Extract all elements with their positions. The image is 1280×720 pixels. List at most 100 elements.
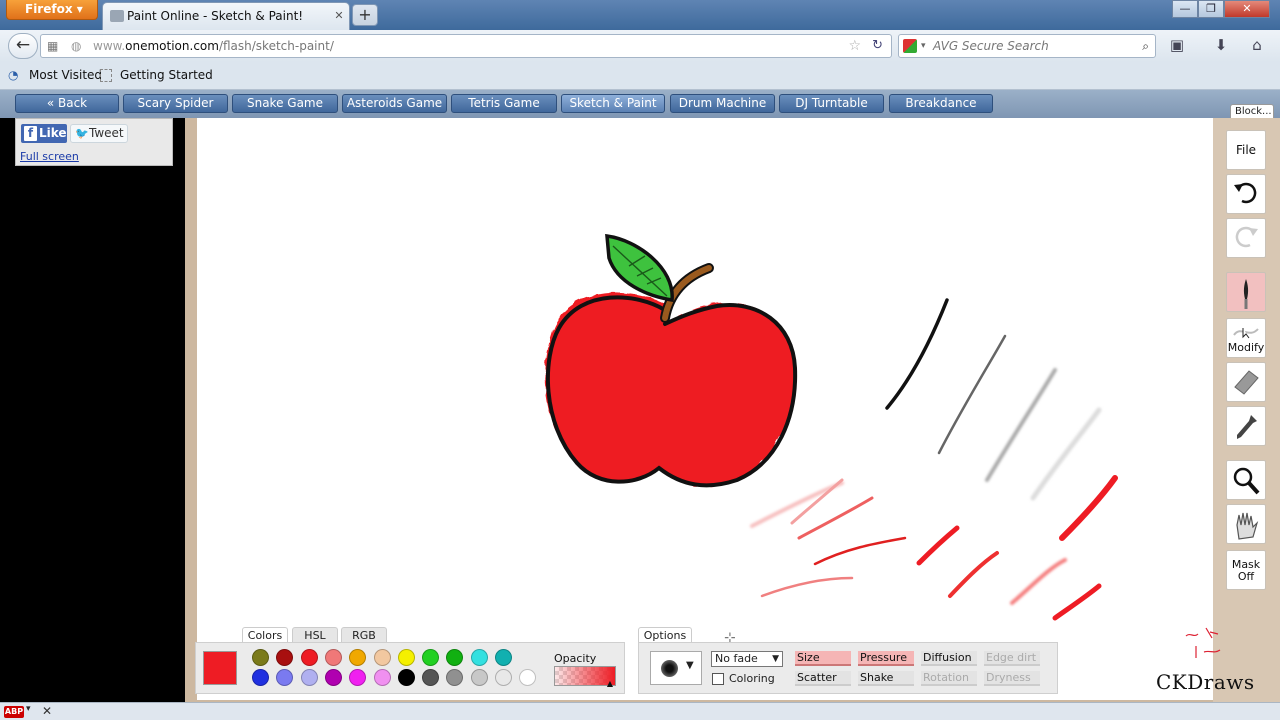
- color-swatch[interactable]: [252, 649, 269, 666]
- page-list-icon: ▦: [47, 39, 59, 53]
- adblock-icon[interactable]: ABP: [4, 706, 24, 718]
- menu-sketch-paint[interactable]: Sketch & Paint: [561, 94, 665, 113]
- undo-button[interactable]: [1226, 174, 1266, 214]
- reload-icon[interactable]: ↻: [872, 35, 883, 57]
- brush-tool-button[interactable]: [1226, 272, 1266, 312]
- menu-dj-turntable[interactable]: DJ Turntable: [779, 94, 884, 113]
- color-swatch[interactable]: [324, 669, 342, 686]
- search-icon[interactable]: ⌕: [1142, 35, 1149, 57]
- bookmark-star-icon[interactable]: ☆: [848, 35, 861, 57]
- color-swatch[interactable]: [300, 649, 318, 666]
- bookmark-getting-started[interactable]: Getting Started: [120, 68, 213, 82]
- back-button[interactable]: ←: [8, 33, 38, 59]
- search-bar[interactable]: ▾ AVG Secure Search ⌕: [898, 34, 1156, 58]
- brush-shape-selector[interactable]: ▼: [650, 651, 702, 685]
- fade-select[interactable]: No fade ▼: [711, 651, 783, 667]
- color-swatch[interactable]: [397, 669, 415, 686]
- opacity-slider[interactable]: ▲: [554, 666, 616, 688]
- status-close-icon[interactable]: ✕: [42, 704, 52, 718]
- fade-dropdown-arrow-icon: ▼: [772, 654, 779, 664]
- tab-hsl[interactable]: HSL: [292, 627, 338, 643]
- search-placeholder: AVG Secure Search: [933, 39, 1049, 53]
- option-size[interactable]: Size: [795, 651, 851, 666]
- bookmark-most-visited[interactable]: Most Visited: [29, 68, 102, 82]
- firefox-menu-button[interactable]: Firefox ▾: [6, 0, 98, 20]
- eraser-tool-button[interactable]: [1226, 362, 1266, 402]
- menu-snake-game[interactable]: Snake Game: [232, 94, 338, 113]
- eyedropper-icon: [1237, 415, 1257, 439]
- color-swatch[interactable]: [276, 669, 294, 686]
- color-swatch[interactable]: [422, 669, 440, 686]
- facebook-icon: f: [24, 126, 37, 141]
- adblock-dropdown-icon[interactable]: ▾: [26, 704, 31, 714]
- color-swatch[interactable]: [252, 669, 269, 686]
- option-scatter[interactable]: Scatter: [795, 671, 851, 686]
- maximize-button[interactable]: ❐: [1198, 0, 1224, 18]
- twitter-bird-icon: 🐦: [75, 127, 89, 140]
- option-edge-dirt[interactable]: Edge dirt: [984, 651, 1040, 666]
- zoom-tool-button[interactable]: [1226, 460, 1266, 500]
- current-color-swatch[interactable]: [203, 651, 237, 685]
- url-bar[interactable]: ▦ ◍ www.onemotion.com/flash/sketch-paint…: [40, 34, 892, 58]
- redo-button[interactable]: [1226, 218, 1266, 258]
- menu-drum-machine[interactable]: Drum Machine: [670, 94, 775, 113]
- color-swatch[interactable]: [446, 649, 464, 666]
- tab-rgb[interactable]: RGB: [341, 627, 387, 643]
- menu-asteroids-game[interactable]: Asteroids Game: [342, 94, 447, 113]
- menu-breakdance[interactable]: Breakdance: [889, 94, 993, 113]
- apple-leaf: [605, 233, 674, 303]
- option-pressure[interactable]: Pressure: [858, 651, 914, 666]
- color-swatch[interactable]: [470, 649, 488, 666]
- dropdown-arrow-icon: ▼: [686, 660, 694, 671]
- tab-options[interactable]: Options: [638, 627, 692, 643]
- opacity-slider-handle-icon[interactable]: ▲: [607, 679, 613, 688]
- window-close-button[interactable]: ✕: [1224, 0, 1270, 18]
- menu-scary-spider[interactable]: Scary Spider: [123, 94, 228, 113]
- downloads-icon[interactable]: ⬇: [1210, 34, 1232, 56]
- bookmarks-menu-icon[interactable]: ▣: [1166, 34, 1188, 56]
- hand-tool-button[interactable]: [1226, 504, 1266, 544]
- minimize-button[interactable]: —: [1172, 0, 1198, 18]
- color-swatch[interactable]: [349, 669, 367, 686]
- option-shake[interactable]: Shake: [858, 671, 914, 686]
- color-swatch[interactable]: [276, 649, 294, 666]
- color-swatch[interactable]: [470, 669, 488, 686]
- option-dryness[interactable]: Dryness: [984, 671, 1040, 686]
- tweet-button[interactable]: 🐦 Tweet: [70, 124, 128, 143]
- tab-close-icon[interactable]: ✕: [331, 3, 347, 29]
- color-swatch[interactable]: [495, 649, 512, 666]
- color-swatch[interactable]: [397, 649, 415, 666]
- search-engine-dropdown-icon[interactable]: ▾: [921, 35, 926, 57]
- option-diffusion[interactable]: Diffusion: [921, 651, 977, 666]
- tab-colors[interactable]: Colors: [242, 627, 288, 643]
- color-swatch[interactable]: [446, 669, 464, 686]
- color-swatch[interactable]: [373, 669, 391, 686]
- option-rotation[interactable]: Rotation: [921, 671, 977, 686]
- coloring-checkbox[interactable]: [712, 673, 724, 685]
- color-swatch[interactable]: [373, 649, 391, 666]
- color-swatch[interactable]: [349, 649, 367, 666]
- undo-icon: [1234, 182, 1257, 204]
- status-bar: ABP ▾ ✕: [0, 702, 1280, 720]
- browser-tab[interactable]: Paint Online - Sketch & Paint! ✕: [102, 2, 350, 30]
- eyedropper-tool-button[interactable]: [1226, 406, 1266, 446]
- color-swatch[interactable]: [495, 669, 512, 686]
- file-button[interactable]: File: [1226, 130, 1266, 170]
- drawing-canvas[interactable]: [197, 118, 1213, 700]
- mask-toggle-button[interactable]: Mask Off: [1226, 550, 1266, 590]
- stroke-red-10: [1059, 475, 1118, 541]
- facebook-like-button[interactable]: f Like: [21, 124, 67, 143]
- full-screen-link[interactable]: Full screen: [20, 150, 79, 163]
- new-tab-button[interactable]: +: [352, 4, 378, 26]
- stroke-grey-2: [985, 368, 1057, 482]
- color-swatch[interactable]: [422, 649, 440, 666]
- modify-tool-button[interactable]: Modify: [1226, 318, 1266, 358]
- menu-back-button[interactable]: « Back: [15, 94, 119, 113]
- tab-title: Paint Online - Sketch & Paint!: [127, 9, 304, 23]
- color-swatch[interactable]: [519, 669, 537, 686]
- menu-tetris-game[interactable]: Tetris Game: [451, 94, 557, 113]
- brush-icon: [1243, 279, 1249, 309]
- color-swatch[interactable]: [324, 649, 342, 666]
- home-icon[interactable]: ⌂: [1246, 34, 1268, 56]
- color-swatch[interactable]: [300, 669, 318, 686]
